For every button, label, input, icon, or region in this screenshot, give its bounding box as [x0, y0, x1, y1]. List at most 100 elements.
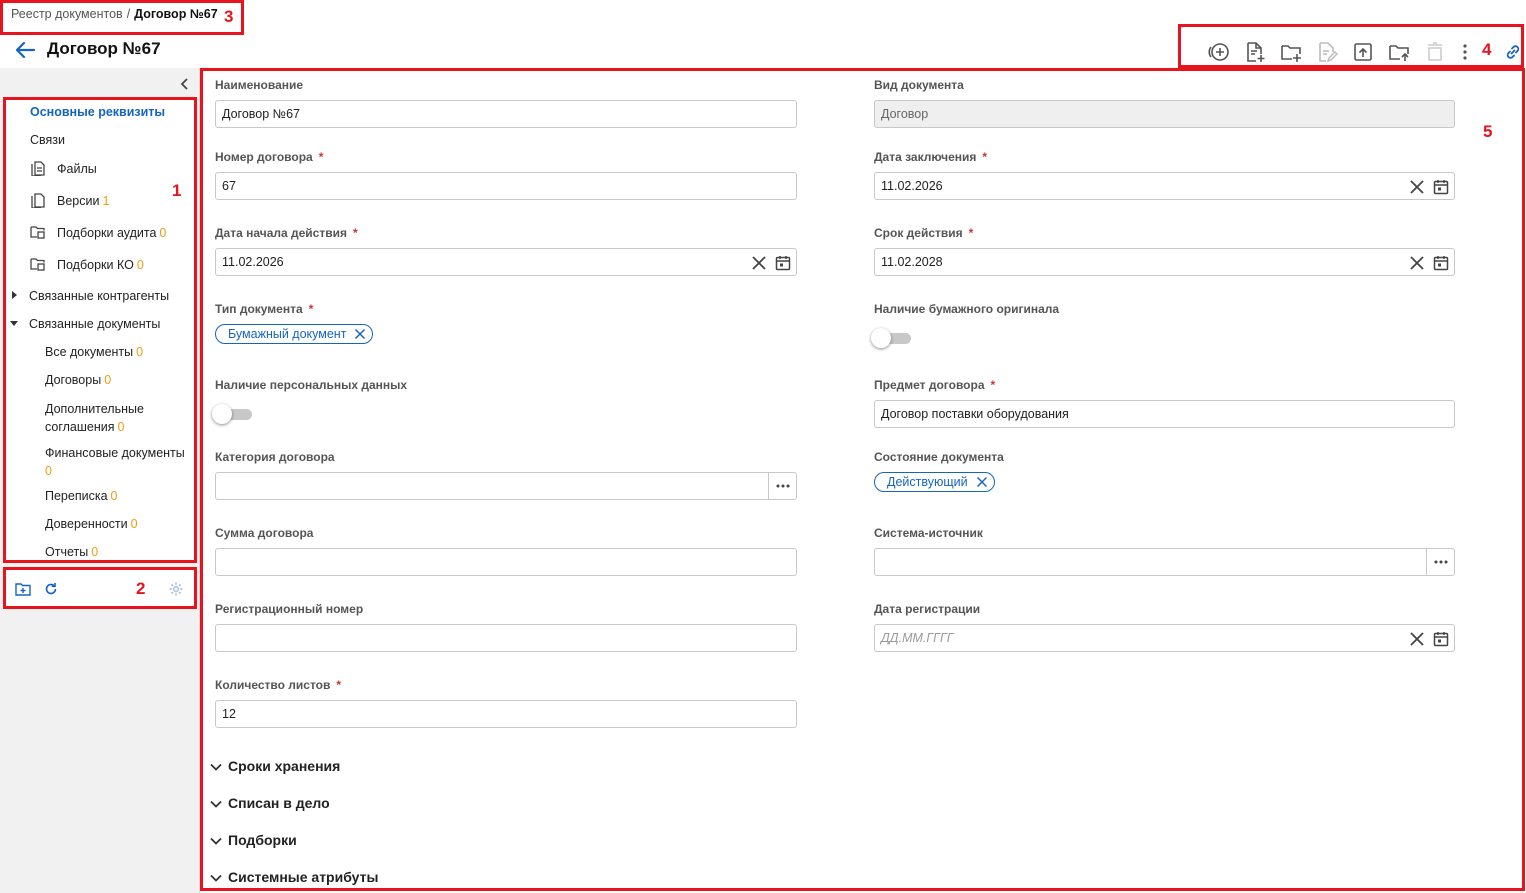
sidebar-item-versions[interactable]: Версии 1	[57, 194, 109, 208]
doc-type-chip: Бумажный документ	[215, 324, 374, 344]
count-badge: 0	[159, 226, 167, 240]
reg-number-label: Регистрационный номер	[215, 602, 364, 616]
section-written-off[interactable]: Списан в дело	[210, 795, 330, 811]
field-label-text: Дата заключения	[874, 150, 977, 164]
count-badge: 0	[91, 545, 99, 559]
add-circle-icon[interactable]	[1206, 40, 1232, 64]
count-badge: 0	[110, 489, 118, 503]
refresh-icon[interactable]	[44, 582, 58, 596]
sidebar-item-files[interactable]: Файлы	[57, 162, 97, 176]
settings-gear-icon[interactable]	[168, 581, 184, 597]
move-to-folder-icon[interactable]	[1386, 40, 1412, 64]
sidebar-item-label: Все документы	[45, 345, 134, 359]
folder-add-icon[interactable]	[15, 582, 31, 596]
clear-x-icon[interactable]	[1408, 630, 1426, 648]
sidebar-item-label: Дополнительные	[45, 402, 144, 416]
calendar-icon[interactable]	[1432, 178, 1450, 196]
reg-date-input[interactable]: ДД.ММ.ГГГГ	[874, 624, 1455, 652]
sidebar-item-contragents[interactable]: Связанные контрагенты	[29, 289, 169, 303]
paper-original-toggle[interactable]	[871, 327, 911, 349]
sidebar-item-ko[interactable]: Подборки КО 0	[57, 258, 144, 272]
audit-folder-icon	[30, 226, 45, 239]
annotation-label-5: 5	[1483, 122, 1493, 141]
sidebar-item-related[interactable]: Связанные документы	[29, 317, 160, 331]
count-badge: 0	[136, 258, 144, 272]
chevron-down-icon	[210, 875, 222, 883]
toolbar	[1180, 25, 1524, 67]
clear-x-icon[interactable]	[1408, 254, 1426, 272]
collapse-triangle-down-icon[interactable]	[9, 318, 19, 328]
new-folder-icon[interactable]	[1278, 40, 1304, 64]
expand-triangle-right-icon[interactable]	[9, 290, 19, 300]
upload-icon[interactable]	[1350, 40, 1376, 64]
sheets-input[interactable]: 12	[215, 700, 797, 728]
section-title: Системные атрибуты	[228, 869, 379, 885]
calendar-icon[interactable]	[1432, 630, 1450, 648]
sidebar-item-label: Финансовые документы	[45, 446, 185, 460]
conclusion-date-input[interactable]: 11.02.2026	[874, 172, 1455, 200]
section-storage-terms[interactable]: Сроки хранения	[210, 758, 340, 774]
collapse-chevron-left-icon[interactable]	[177, 76, 193, 92]
calendar-icon[interactable]	[774, 254, 792, 272]
sidebar-item-main[interactable]: Основные реквизиты	[30, 105, 165, 119]
sidebar: Основные реквизиты Связи Файлы Версии 1 П…	[0, 68, 200, 893]
more-horizontal-icon[interactable]	[768, 473, 796, 499]
subject-label: Предмет договора *	[874, 378, 995, 392]
field-label-text: Тип документа	[215, 302, 303, 316]
calendar-icon[interactable]	[1432, 254, 1450, 272]
sidebar-item-contracts[interactable]: Договоры 0	[45, 373, 111, 387]
chevron-down-icon	[210, 801, 222, 809]
sidebar-item-label: соглашения	[45, 420, 115, 434]
more-horizontal-icon[interactable]	[1426, 549, 1454, 575]
section-title: Подборки	[228, 832, 297, 848]
field-label-text: Предмет договора	[874, 378, 985, 392]
reg-number-input[interactable]	[215, 624, 797, 652]
chip-remove-x-icon[interactable]	[354, 328, 366, 340]
sidebar-item-financial[interactable]: Финансовые документы 0	[45, 444, 185, 480]
doc-kind-input: Договор	[874, 100, 1455, 128]
amount-input[interactable]	[215, 548, 797, 576]
clear-x-icon[interactable]	[1408, 178, 1426, 196]
edit-document-icon[interactable]	[1314, 40, 1340, 64]
annotation-label-2: 2	[136, 579, 146, 598]
field-label-text: Номер договора	[215, 150, 313, 164]
more-vertical-icon[interactable]	[1458, 40, 1472, 64]
new-document-icon[interactable]	[1242, 40, 1268, 64]
section-title: Списан в дело	[228, 795, 330, 811]
sidebar-item-reports[interactable]: Отчеты 0	[45, 545, 98, 559]
contract-number-input[interactable]: 67	[215, 172, 797, 200]
back-arrow-icon[interactable]	[14, 40, 36, 60]
required-mark: *	[968, 226, 974, 240]
sidebar-item-audit[interactable]: Подборки аудита 0	[57, 226, 166, 240]
category-label: Категория договора	[215, 450, 335, 464]
section-collections[interactable]: Подборки	[210, 832, 297, 848]
section-system-attributes[interactable]: Системные атрибуты	[210, 869, 378, 885]
name-input[interactable]: Договор №67	[215, 100, 797, 128]
personal-data-toggle[interactable]	[212, 403, 252, 425]
sidebar-item-powers[interactable]: Доверенности 0	[45, 517, 138, 531]
sidebar-item-correspondence[interactable]: Переписка 0	[45, 489, 118, 503]
delete-icon[interactable]	[1422, 40, 1448, 64]
contract-number-label: Номер договора *	[215, 150, 323, 164]
sidebar-item-all-docs[interactable]: Все документы 0	[45, 345, 143, 359]
link-icon[interactable]	[1504, 40, 1522, 64]
start-date-input[interactable]: 11.02.2026	[215, 248, 797, 276]
sidebar-item-additional[interactable]: Дополнительные соглашения 0	[45, 400, 144, 436]
validity-label: Срок действия *	[874, 226, 973, 240]
sidebar-item-links[interactable]: Связи	[30, 133, 65, 147]
breadcrumb-parent-link[interactable]: Реестр документов	[11, 7, 123, 21]
subject-input[interactable]: Договор поставки оборудования	[874, 400, 1455, 428]
conclusion-date-label: Дата заключения *	[874, 150, 987, 164]
required-mark: *	[982, 150, 988, 164]
doc-kind-label: Вид документа	[874, 78, 964, 92]
annotation-label-3: 3	[224, 7, 234, 26]
source-system-input[interactable]	[874, 548, 1455, 576]
chip-remove-x-icon[interactable]	[976, 476, 988, 488]
count-badge: 1	[102, 194, 110, 208]
date-value: 11.02.2026	[881, 179, 943, 193]
category-input[interactable]	[215, 472, 797, 500]
validity-input[interactable]: 11.02.2028	[874, 248, 1455, 276]
clear-x-icon[interactable]	[750, 254, 768, 272]
field-label-text: Количество листов	[215, 678, 331, 692]
sidebar-item-label: Версии	[57, 194, 100, 208]
